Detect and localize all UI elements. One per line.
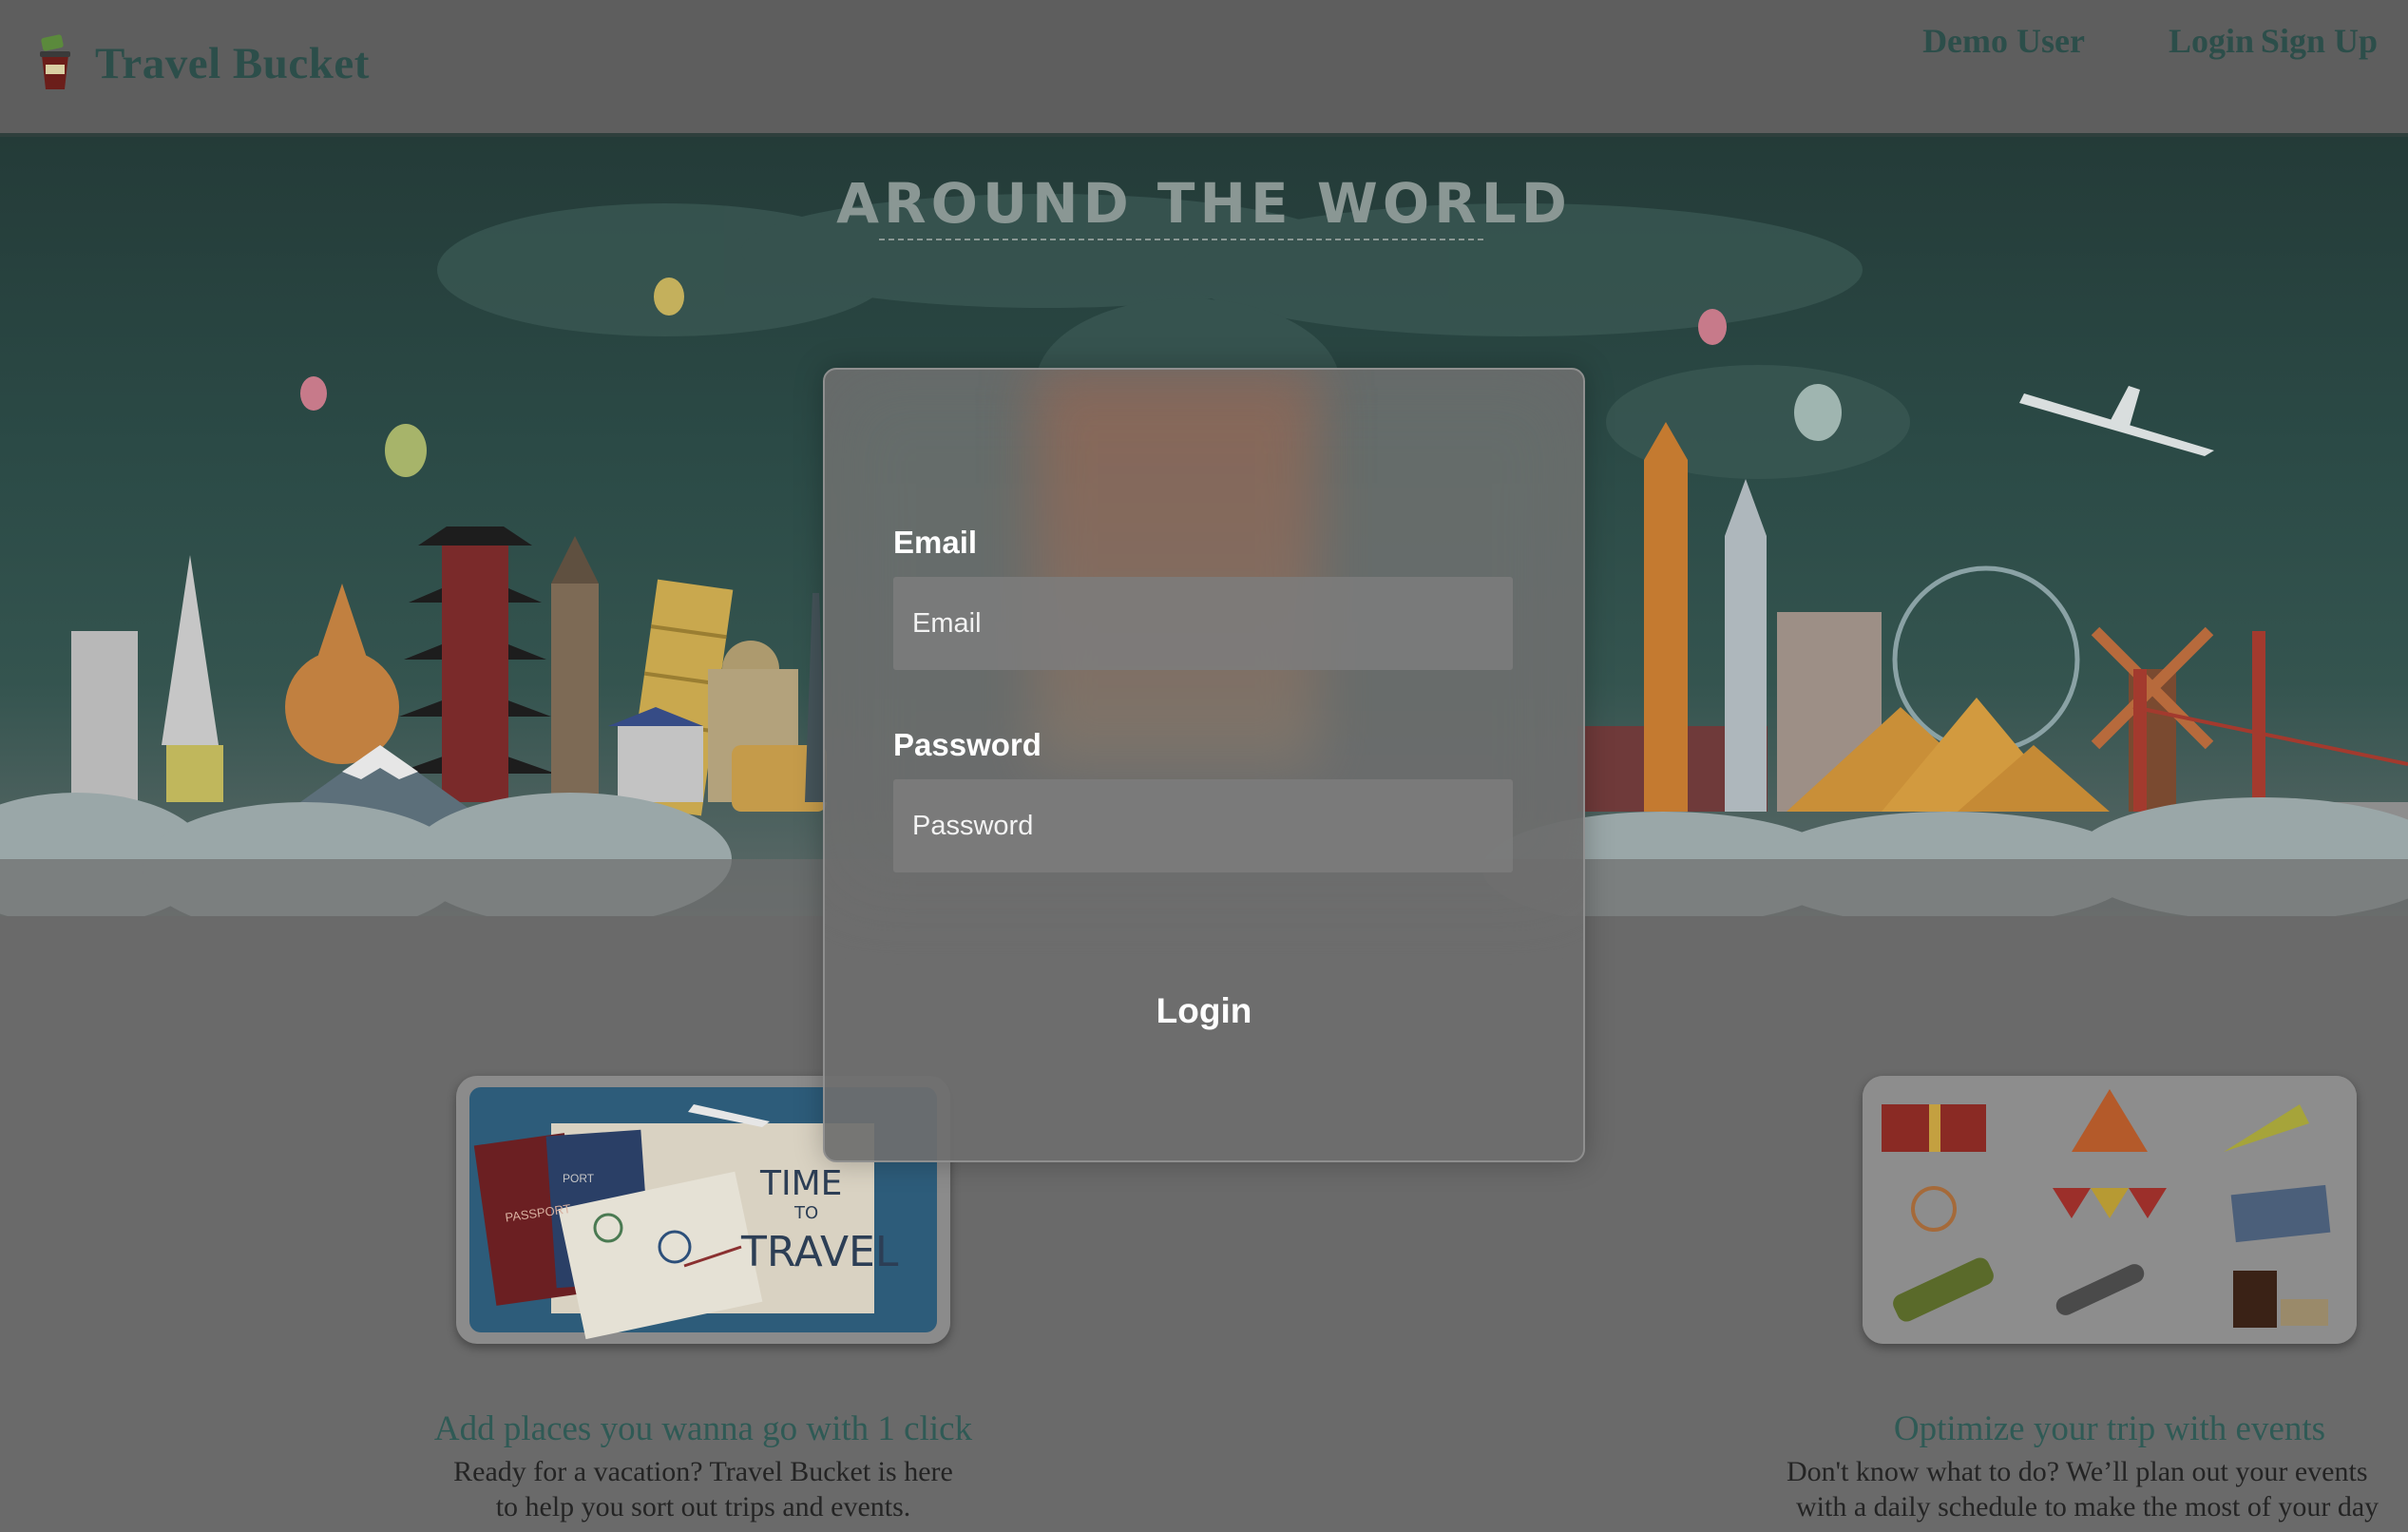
time-text: TIME bbox=[759, 1164, 842, 1203]
gift-icon bbox=[1882, 1104, 1986, 1152]
feature-events-line-1: Don't know what to do? We’ll plan out yo… bbox=[1787, 1456, 2368, 1487]
email-field[interactable] bbox=[893, 577, 1513, 670]
travel-text: TRAVEL bbox=[740, 1228, 899, 1276]
password-field[interactable] bbox=[893, 779, 1513, 872]
nav-login[interactable]: Login bbox=[2169, 21, 2254, 61]
hero-title: AROUND THE WORLD bbox=[836, 171, 1572, 236]
login-modal: Email Password Login bbox=[823, 368, 1585, 1162]
nav-sign-up[interactable]: Sign Up bbox=[2261, 21, 2378, 61]
port-tag: PORT bbox=[563, 1172, 595, 1185]
feature-places-title: Add places you wanna go with 1 click bbox=[433, 1409, 973, 1448]
bucket-logo-icon[interactable] bbox=[36, 34, 74, 93]
bunting-icon bbox=[2053, 1188, 2167, 1218]
nav-demo-user[interactable]: Demo User bbox=[1922, 21, 2085, 61]
password-label: Password bbox=[893, 727, 1042, 762]
photos-icon bbox=[2230, 1184, 2331, 1243]
top-navbar: Travel Bucket Demo User Login Sign Up bbox=[0, 0, 2408, 137]
email-label: Email bbox=[893, 525, 978, 560]
feature-events-title: Optimize your trip with events bbox=[1893, 1409, 2326, 1448]
feature-places-line-2: to help you sort out trips and events. bbox=[495, 1491, 911, 1522]
feature-events-image bbox=[1863, 1076, 2357, 1344]
feature-places-line-1: Ready for a vacation? Travel Bucket is h… bbox=[453, 1456, 953, 1487]
feature-events-line-2: with a daily schedule to make the most o… bbox=[1796, 1491, 2379, 1522]
brand-name[interactable]: Travel Bucket bbox=[95, 38, 370, 89]
airplane-icon bbox=[2019, 386, 2214, 456]
to-text: TO bbox=[793, 1203, 818, 1223]
login-button[interactable]: Login bbox=[1014, 978, 1394, 1044]
